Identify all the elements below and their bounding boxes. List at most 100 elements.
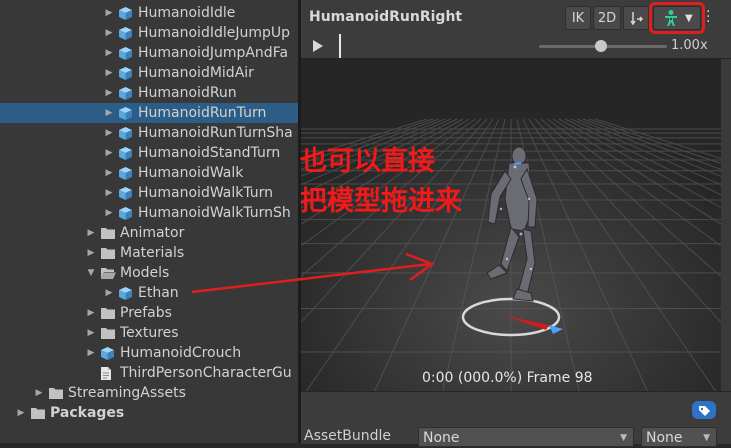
project-tree-label: HumanoidMidAir	[138, 65, 254, 81]
playback-speed-knob[interactable]	[595, 40, 607, 52]
folder-open-icon	[101, 268, 116, 279]
expand-arrow-icon[interactable]: ▶	[104, 143, 114, 163]
project-tree-label: Materials	[120, 245, 185, 261]
project-tree-label: Ethan	[138, 285, 179, 301]
avatar-figure-icon	[665, 10, 677, 26]
project-tree-row[interactable]: ▶ HumanoidRunTurn	[0, 103, 298, 123]
folder-icon	[49, 388, 63, 399]
expand-arrow-icon[interactable]: ▶	[104, 103, 114, 123]
project-tree-label: HumanoidStandTurn	[138, 145, 281, 161]
project-tree-row[interactable]: ▶ HumanoidMidAir	[0, 63, 298, 83]
playback-speed-label: 1.00x	[671, 38, 708, 53]
project-tree-row[interactable]: ▶ Materials	[0, 243, 298, 263]
expand-arrow-icon[interactable]: ▶	[86, 223, 96, 243]
project-tree-label: HumanoidRunTurn	[138, 105, 267, 121]
project-tree-label: HumanoidCrouch	[120, 345, 242, 361]
project-tree-label: HumanoidIdle	[138, 5, 236, 21]
model-cube-icon	[119, 47, 132, 60]
asset-bundle-dropdown[interactable]: None ▼	[418, 427, 634, 447]
model-cube-icon	[119, 87, 132, 100]
annotation-line-1: 也可以直接	[300, 146, 435, 177]
expand-arrow-icon[interactable]: ▶	[86, 303, 96, 323]
expand-arrow-icon[interactable]: ▶	[104, 63, 114, 83]
project-tree-row[interactable]: ▶ HumanoidCrouch	[0, 343, 298, 363]
clip-name: HumanoidRunRight	[309, 9, 463, 25]
inspector-footer: AssetBundle None ▼ None ▼	[301, 391, 731, 447]
project-tree-row[interactable]: ▶ StreamingAssets	[0, 383, 298, 403]
folder-icon	[101, 328, 115, 339]
expand-arrow-icon[interactable]: ▶	[104, 163, 114, 183]
model-cube-icon	[119, 107, 132, 120]
annotation-text: 也可以直接 把模型拖进来	[300, 142, 462, 222]
preview-header: HumanoidRunRight IK 2D ▼ · · ·	[301, 0, 731, 35]
ik-toggle-button[interactable]: IK	[565, 6, 591, 30]
expand-arrow-icon[interactable]: ▶	[104, 123, 114, 143]
project-tree-row[interactable]: ▶ HumanoidWalk	[0, 163, 298, 183]
expand-arrow-icon[interactable]: ▶	[104, 43, 114, 63]
tag-icon[interactable]	[691, 399, 717, 421]
expand-arrow-icon[interactable]: ▶	[104, 23, 114, 43]
project-tree-label: HumanoidWalkTurnSh	[138, 205, 291, 221]
model-cube-icon	[119, 167, 132, 180]
project-tree-row[interactable]: ▶ HumanoidIdleJumpUp	[0, 23, 298, 43]
viewport-scrollbar[interactable]	[721, 59, 731, 391]
expand-arrow-icon[interactable]: ▶	[86, 343, 96, 363]
project-tree-label: HumanoidRunTurnSha	[138, 125, 293, 141]
project-tree-label: Packages	[50, 405, 125, 421]
playback-bar: 1.00x	[301, 34, 731, 59]
expand-arrow-icon[interactable]: ▶	[86, 243, 96, 263]
project-tree-row[interactable]: ▶ Ethan	[0, 283, 298, 303]
project-tree-row[interactable]: ▶ HumanoidRunTurnSha	[0, 123, 298, 143]
chevron-down-icon: ▼	[685, 13, 693, 24]
expand-arrow-icon[interactable]: ▶	[104, 203, 114, 223]
asset-bundle-variant-dropdown[interactable]: None ▼	[641, 427, 717, 447]
project-tree-row[interactable]: ▶ Animator	[0, 223, 298, 243]
project-tree-row[interactable]: ▶ HumanoidWalkTurnSh	[0, 203, 298, 223]
project-tree-row[interactable]: ▼ Models	[0, 263, 298, 283]
model-cube-icon	[119, 147, 132, 160]
model-cube-icon	[119, 127, 132, 140]
project-tree-row[interactable]: ▶ HumanoidStandTurn	[0, 143, 298, 163]
expand-arrow-icon[interactable]: ▶	[104, 283, 114, 303]
script-doc-icon	[101, 367, 111, 380]
preview-viewport[interactable]: 0:00 (000.0%) Frame 98	[301, 59, 721, 391]
expand-arrow-icon[interactable]: ▶	[16, 403, 26, 423]
expand-arrow-icon[interactable]: ▶	[34, 383, 44, 403]
project-tree-row[interactable]: ▶ Textures	[0, 323, 298, 343]
expand-arrow-icon[interactable]: ▶	[104, 183, 114, 203]
project-tree-row[interactable]: ▶ Prefabs	[0, 303, 298, 323]
expand-arrow-icon[interactable]: ▶	[104, 3, 114, 23]
project-tree-label: HumanoidWalk	[138, 165, 244, 181]
project-tree-row[interactable]: ▶ HumanoidWalkTurn	[0, 183, 298, 203]
expand-arrow-icon[interactable]: ▶	[86, 323, 96, 343]
expand-arrow-icon[interactable]: ▶	[104, 83, 114, 103]
asset-bundle-variant-value: None	[646, 430, 683, 446]
pivot-icon	[630, 12, 644, 26]
model-cube-icon	[101, 347, 114, 360]
folder-icon	[101, 248, 115, 259]
ethan-character-model	[486, 146, 538, 302]
preview-avatar-selector[interactable]: ▼	[649, 2, 705, 34]
project-tree-row[interactable]: ThirdPersonCharacterGu	[0, 363, 298, 383]
2d-toggle-button[interactable]: 2D	[593, 6, 621, 30]
project-tree-row[interactable]: ▶ HumanoidIdle	[0, 3, 298, 23]
folder-icon	[101, 308, 115, 319]
project-tree-label: HumanoidWalkTurn	[138, 185, 274, 201]
project-tree-label: Animator	[120, 225, 185, 241]
expand-arrow-open-icon[interactable]: ▼	[86, 263, 96, 283]
folder-icon	[31, 408, 45, 419]
model-cube-icon	[119, 287, 132, 300]
project-tree-row[interactable]: ▶ Packages	[0, 403, 298, 423]
model-cube-icon	[119, 7, 132, 20]
model-cube-icon	[119, 207, 132, 220]
kebab-menu-icon[interactable]: · · ·	[706, 5, 710, 29]
timeline-scrubber[interactable]	[339, 34, 341, 58]
model-cube-icon	[119, 67, 132, 80]
project-tree-row[interactable]: ▶ HumanoidRun	[0, 83, 298, 103]
play-icon[interactable]	[311, 39, 325, 53]
pivot-toggle-button[interactable]	[623, 6, 649, 30]
project-tree-label: ThirdPersonCharacterGu	[120, 365, 292, 381]
asset-bundle-value: None	[423, 430, 460, 446]
project-tree-row[interactable]: ▶ HumanoidJumpAndFa	[0, 43, 298, 63]
project-tree-label: HumanoidRun	[138, 85, 237, 101]
